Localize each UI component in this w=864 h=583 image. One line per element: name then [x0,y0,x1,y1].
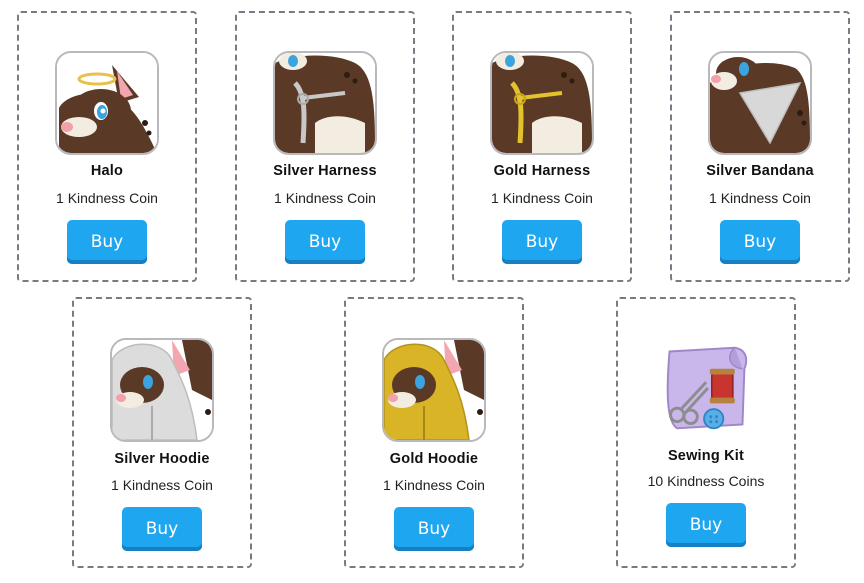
item-name: Silver Harness [273,163,377,179]
sewing-kit-thumbnail [658,340,754,436]
item-name: Gold Harness [493,163,591,179]
shop-item-card: Silver Harness 1 Kindness Coin Buy [235,11,415,282]
shop-item-card: Gold Hoodie 1 Kindness Coin Buy [344,297,524,568]
item-price: 1 Kindness Coin [709,190,811,206]
item-price: 10 Kindness Coins [647,473,765,489]
item-price: 1 Kindness Coin [56,190,158,206]
gold-hoodie-thumbnail [382,338,486,442]
silver-hoodie-thumbnail [110,338,214,442]
buy-sewing-kit-button[interactable]: Buy [666,503,746,547]
item-price: 1 Kindness Coin [274,190,376,206]
shop-item-card: Halo 1 Kindness Coin Buy [17,11,197,282]
halo-thumbnail [55,51,159,155]
item-name: Sewing Kit [667,448,745,464]
item-price: 1 Kindness Coin [383,477,485,493]
buy-silver-harness-button[interactable]: Buy [285,220,365,264]
item-price: 1 Kindness Coin [491,190,593,206]
buy-silver-bandana-button[interactable]: Buy [720,220,800,264]
gold-harness-thumbnail [490,51,594,155]
buy-halo-button[interactable]: Buy [67,220,147,264]
item-name: Halo [90,163,124,179]
shop-item-card: Silver Bandana 1 Kindness Coin Buy [670,11,850,282]
shop-item-card: Sewing Kit 10 Kindness Coins Buy [616,297,796,568]
item-name: Gold Hoodie [389,451,479,467]
item-name: Silver Bandana [706,163,814,179]
silver-harness-thumbnail [273,51,377,155]
item-price: 1 Kindness Coin [111,477,213,493]
shop-item-card: Silver Hoodie 1 Kindness Coin Buy [72,297,252,568]
buy-gold-hoodie-button[interactable]: Buy [394,507,474,551]
silver-bandana-thumbnail [708,51,812,155]
shop-item-card: Gold Harness 1 Kindness Coin Buy [452,11,632,282]
buy-gold-harness-button[interactable]: Buy [502,220,582,264]
buy-silver-hoodie-button[interactable]: Buy [122,507,202,551]
item-name: Silver Hoodie [114,451,210,467]
